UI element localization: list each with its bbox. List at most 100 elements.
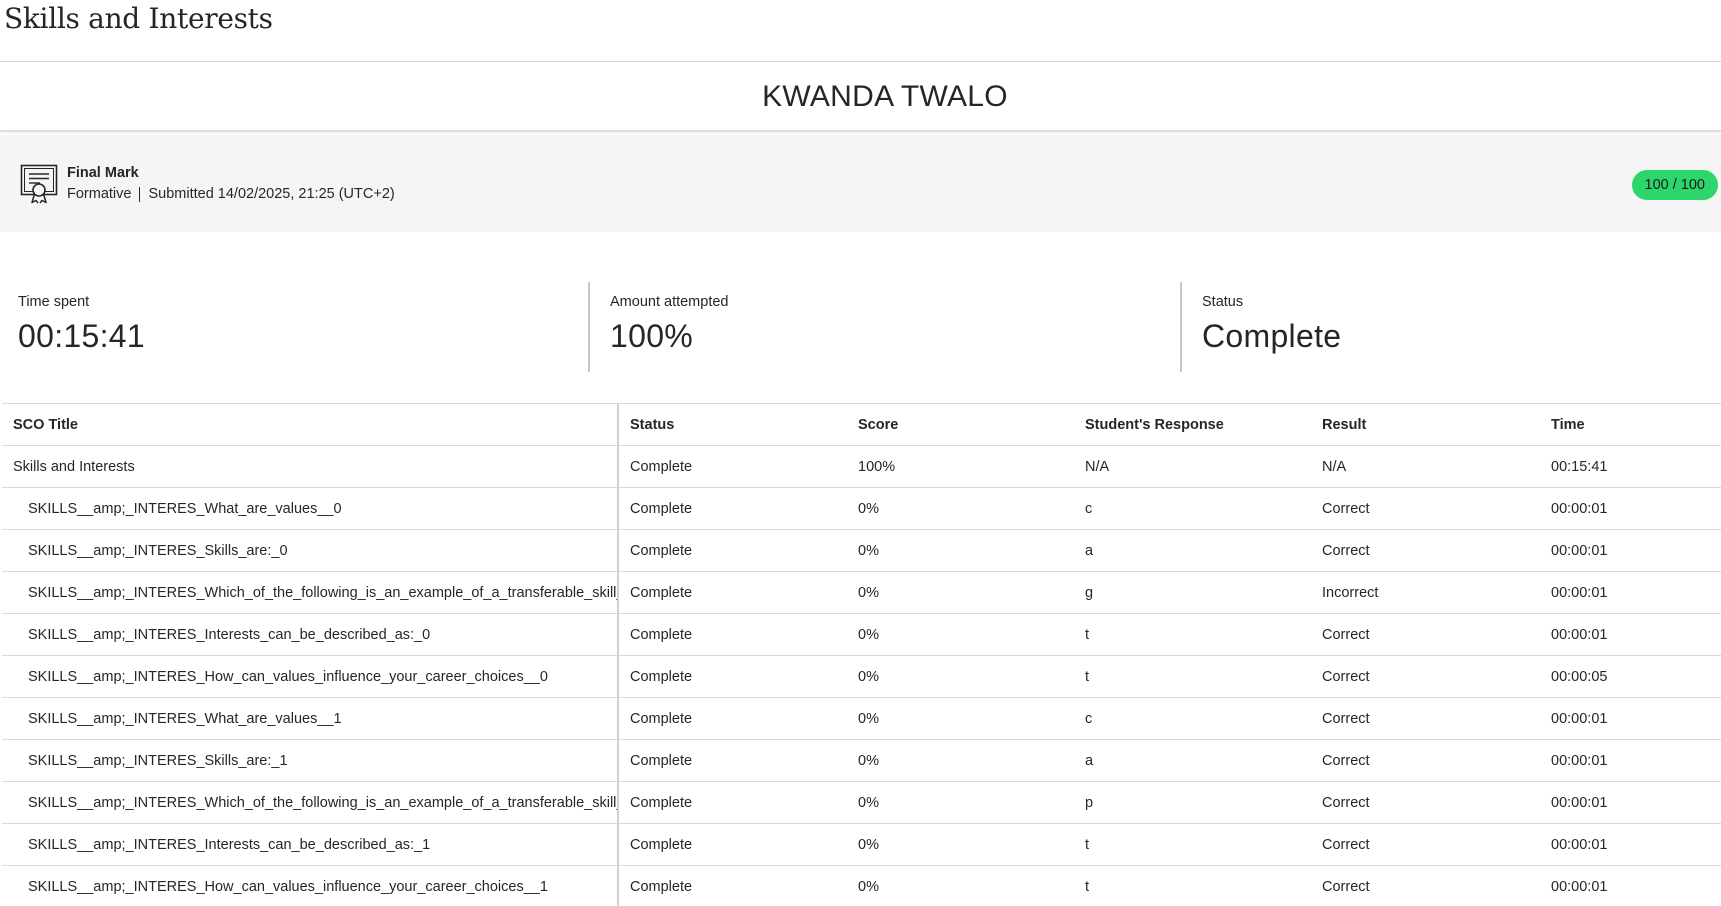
attempted-value: 100% — [610, 318, 694, 354]
sco-title-cell: SKILLS__amp;_INTERES_How_can_values_infl… — [2, 865, 619, 906]
time-cell: 00:00:01 — [1540, 697, 1721, 740]
score-cell: 0% — [847, 739, 1074, 782]
status-cell: Complete — [618, 529, 847, 572]
result-cell: Correct — [1311, 529, 1540, 572]
student-name: KWANDA TWALO — [762, 80, 1008, 113]
header-divider — [0, 61, 1721, 62]
result-cell: Correct — [1311, 613, 1540, 656]
response-cell: c — [1074, 697, 1311, 740]
score-cell: 0% — [847, 529, 1074, 572]
score-cell: 0% — [847, 613, 1074, 656]
certificate-icon — [20, 164, 58, 204]
status-cell: Complete — [618, 487, 847, 530]
time-cell: 00:00:01 — [1540, 487, 1721, 530]
table-row: SKILLS__amp;_INTERES_Interests_can_be_de… — [2, 823, 1721, 866]
column-header: SCO Title — [2, 403, 619, 446]
result-cell: Correct — [1311, 781, 1540, 824]
response-cell: c — [1074, 487, 1311, 530]
table-row: SKILLS__amp;_INTERES_Skills_are:_1 Comple… — [2, 739, 1721, 782]
time-spent-value: 00:15:41 — [18, 318, 145, 354]
result-cell: Correct — [1311, 655, 1540, 698]
status-cell: Complete — [618, 613, 847, 656]
meta-separator — [139, 186, 141, 202]
response-cell: N/A — [1074, 445, 1311, 488]
attempted-label: Amount attempted — [610, 294, 729, 310]
time-cell: 00:00:01 — [1540, 613, 1721, 656]
table-row: SKILLS__amp;_INTERES_How_can_values_infl… — [2, 655, 1721, 698]
stat-amount-attempted: Amount attempted 100% — [610, 282, 1170, 372]
sco-title-cell: SKILLS__amp;_INTERES_Which_of_the_follow… — [2, 571, 619, 614]
status-cell: Complete — [618, 697, 847, 740]
sco-title-cell: SKILLS__amp;_INTERES_Interests_can_be_de… — [2, 823, 619, 866]
score-cell: 0% — [847, 781, 1074, 824]
stat-time-spent: Time spent 00:15:41 — [18, 282, 578, 372]
table-row: SKILLS__amp;_INTERES_What_are_values__1 C… — [2, 697, 1721, 740]
table-body: Skills and Interests Complete 100% N/A N/A 00… — [2, 445, 1721, 906]
result-cell: N/A — [1311, 445, 1540, 488]
table-row: SKILLS__amp;_INTERES_What_are_values__0 C… — [2, 487, 1721, 530]
assessment-type: Formative — [67, 186, 132, 202]
time-cell: 00:00:05 — [1540, 655, 1721, 698]
sco-title-cell: SKILLS__amp;_INTERES_How_can_values_infl… — [2, 655, 619, 698]
sco-results-table: SCO Title Status Score Student's Respons… — [2, 403, 1721, 906]
response-cell: p — [1074, 781, 1311, 824]
score-cell: 0% — [847, 865, 1074, 906]
status-cell: Complete — [618, 445, 847, 488]
stat-divider — [1180, 282, 1182, 372]
table-header-row: SCO Title Status Score Student's Respons… — [2, 403, 1721, 446]
sco-title-cell: SKILLS__amp;_INTERES_Skills_are:_1 — [2, 739, 619, 782]
result-cell: Correct — [1311, 823, 1540, 866]
score-cell: 0% — [847, 571, 1074, 614]
table-row: SKILLS__amp;_INTERES_Interests_can_be_de… — [2, 613, 1721, 656]
sco-title-cell: SKILLS__amp;_INTERES_What_are_values__0 — [2, 487, 619, 530]
table-row: SKILLS__amp;_INTERES_Skills_are:_0 Comple… — [2, 529, 1721, 572]
page-title: Skills and Interests — [4, 2, 273, 35]
status-cell: Complete — [618, 739, 847, 782]
column-header: Student's Response — [1074, 403, 1311, 446]
result-cell: Correct — [1311, 739, 1540, 782]
status-cell: Complete — [618, 823, 847, 866]
final-mark-title: Final Mark — [67, 165, 139, 181]
column-header: Score — [847, 403, 1074, 446]
status-cell: Complete — [618, 781, 847, 824]
stat-status: Status Complete — [1202, 282, 1702, 372]
column-header: Status — [618, 403, 847, 446]
score-cell: 0% — [847, 823, 1074, 866]
column-header: Result — [1311, 403, 1540, 446]
time-cell: 00:00:01 — [1540, 865, 1721, 906]
sco-title-cell: SKILLS__amp;_INTERES_Interests_can_be_de… — [2, 613, 619, 656]
table-row: Skills and Interests Complete 100% N/A N/A 00… — [2, 445, 1721, 488]
time-cell: 00:00:01 — [1540, 823, 1721, 866]
status-label: Status — [1202, 294, 1244, 310]
time-cell: 00:00:01 — [1540, 529, 1721, 572]
status-cell: Complete — [618, 865, 847, 906]
response-cell: t — [1074, 655, 1311, 698]
final-mark-panel: Final Mark Formative Submitted 14/02/202… — [0, 135, 1721, 232]
submitted-date: Submitted 14/02/2025, 21:25 (UTC+2) — [148, 186, 395, 202]
table-row: SKILLS__amp;_INTERES_Which_of_the_follow… — [2, 781, 1721, 824]
status-cell: Complete — [618, 655, 847, 698]
score-cell: 0% — [847, 697, 1074, 740]
response-cell: g — [1074, 571, 1311, 614]
result-cell: Correct — [1311, 697, 1540, 740]
response-cell: t — [1074, 865, 1311, 906]
response-cell: a — [1074, 529, 1311, 572]
name-divider — [0, 130, 1721, 132]
sco-title-cell: SKILLS__amp;_INTERES_What_are_values__1 — [2, 697, 619, 740]
time-cell: 00:00:01 — [1540, 571, 1721, 614]
status-value: Complete — [1202, 318, 1342, 354]
score-badge: 100 / 100 — [1631, 170, 1718, 200]
result-cell: Correct — [1311, 865, 1540, 906]
stat-divider — [588, 282, 590, 372]
time-cell: 00:00:01 — [1540, 739, 1721, 782]
score-cell: 100% — [847, 445, 1074, 488]
sco-title-cell: SKILLS__amp;_INTERES_Skills_are:_0 — [2, 529, 619, 572]
response-cell: t — [1074, 613, 1311, 656]
result-cell: Incorrect — [1311, 571, 1540, 614]
score-cell: 0% — [847, 487, 1074, 530]
table-row: SKILLS__amp;_INTERES_Which_of_the_follow… — [2, 571, 1721, 614]
result-cell: Correct — [1311, 487, 1540, 530]
column-header: Time — [1540, 403, 1721, 446]
table-row: SKILLS__amp;_INTERES_How_can_values_infl… — [2, 865, 1721, 906]
response-cell: a — [1074, 739, 1311, 782]
